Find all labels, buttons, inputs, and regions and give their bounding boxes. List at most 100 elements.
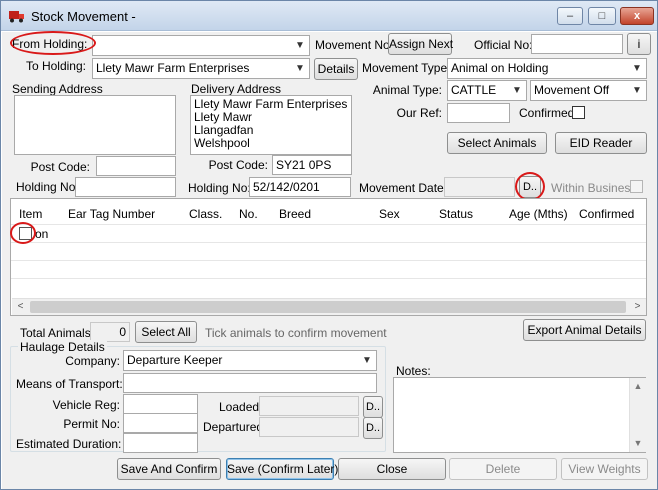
chevron-down-icon: ▼ xyxy=(632,85,642,96)
maximize-button[interactable]: □ xyxy=(588,7,616,25)
column-header-age[interactable]: Age (Mths) xyxy=(509,207,568,221)
haulage-details-label: Haulage Details xyxy=(18,340,107,354)
loaded-input[interactable] xyxy=(259,396,359,416)
departured-date-button[interactable]: D.. xyxy=(363,417,383,439)
row-checkbox[interactable] xyxy=(19,227,32,240)
minimize-button[interactable]: – xyxy=(557,7,583,25)
sending-post-code-label: Post Code: xyxy=(30,160,90,174)
confirmed-label: Confirmed: xyxy=(519,106,578,120)
scroll-left-arrow-icon[interactable]: < xyxy=(12,299,29,315)
within-business-checkbox[interactable] xyxy=(630,180,643,193)
official-no-label: Official No: xyxy=(474,38,533,52)
column-header-no[interactable]: No. xyxy=(239,207,258,221)
stock-movement-window: Stock Movement - – □ x From Holding: ▼ M… xyxy=(0,0,658,490)
column-header-item[interactable]: Item xyxy=(19,207,42,221)
form-body: From Holding: ▼ Movement No: Assign Next… xyxy=(2,31,657,489)
close-window-button[interactable]: x xyxy=(620,7,654,25)
grid-row-line xyxy=(11,278,646,279)
delivery-address-textarea[interactable]: Llety Mawr Farm Enterprises Llety Mawr L… xyxy=(190,95,352,155)
company-dropdown[interactable]: Departure Keeper ▼ xyxy=(123,350,377,371)
loaded-label: Loaded: xyxy=(219,400,263,414)
select-animals-button[interactable]: Select Animals xyxy=(447,132,547,154)
animals-grid[interactable]: Item Ear Tag Number Class. No. Breed Sex… xyxy=(10,198,647,316)
info-button[interactable]: i xyxy=(627,33,651,55)
to-holding-label: To Holding: xyxy=(25,59,86,73)
delivery-holding-no-input[interactable]: 52/142/0201 xyxy=(249,177,351,197)
horizontal-scrollbar[interactable]: < > xyxy=(12,298,646,315)
official-no-input[interactable] xyxy=(531,34,623,54)
company-label: Company: xyxy=(65,354,120,368)
scroll-up-arrow-icon[interactable]: ▲ xyxy=(630,378,646,394)
movement-type-label: Movement Type: xyxy=(362,61,451,75)
animal-type-dropdown[interactable]: CATTLE ▼ xyxy=(447,80,527,101)
chevron-down-icon: ▼ xyxy=(632,63,642,74)
chevron-down-icon: ▼ xyxy=(512,85,522,96)
permit-no-input[interactable] xyxy=(123,413,198,433)
chevron-down-icon: ▼ xyxy=(295,40,305,51)
movement-date-picker-button[interactable]: D.. xyxy=(519,176,541,198)
means-of-transport-input[interactable] xyxy=(123,373,377,393)
our-ref-input[interactable] xyxy=(447,103,510,123)
export-animal-details-button[interactable]: Export Animal Details xyxy=(523,319,646,341)
chevron-down-icon: ▼ xyxy=(362,355,372,366)
column-header-status[interactable]: Status xyxy=(439,207,473,221)
from-holding-dropdown[interactable]: ▼ xyxy=(92,35,310,56)
delivery-address-label: Delivery Address xyxy=(191,82,282,96)
assign-next-button[interactable]: Assign Next xyxy=(388,33,453,55)
estimated-duration-label: Estimated Duration: xyxy=(16,437,122,451)
tick-hint-text: Tick animals to confirm movement xyxy=(205,326,387,340)
loaded-date-button[interactable]: D.. xyxy=(363,396,383,418)
sending-holding-no-input[interactable] xyxy=(75,177,176,197)
departured-input[interactable] xyxy=(259,417,359,437)
column-header-breed[interactable]: Breed xyxy=(279,207,311,221)
means-of-transport-label: Means of Transport: xyxy=(16,377,123,391)
scroll-thumb[interactable] xyxy=(30,301,626,313)
details-button[interactable]: Details xyxy=(314,58,358,80)
sending-address-textarea[interactable] xyxy=(14,95,176,155)
departured-label: Departured: xyxy=(203,420,267,434)
vehicle-reg-label: Vehicle Reg: xyxy=(52,398,120,412)
movement-date-input[interactable] xyxy=(444,177,515,197)
chevron-down-icon: ▼ xyxy=(295,63,305,74)
select-all-button[interactable]: Select All xyxy=(135,321,197,343)
save-confirm-later-button[interactable]: Save (Confirm Later) xyxy=(226,458,338,480)
notes-label: Notes: xyxy=(396,364,431,378)
scroll-right-arrow-icon[interactable]: > xyxy=(629,299,646,315)
sending-address-label: Sending Address xyxy=(12,82,103,96)
estimated-duration-input[interactable] xyxy=(123,433,198,453)
eid-reader-button[interactable]: EID Reader xyxy=(555,132,647,154)
within-business-label: Within Business xyxy=(551,181,637,195)
our-ref-label: Our Ref: xyxy=(396,106,442,120)
movement-date-label: Movement Date: xyxy=(359,181,448,195)
vehicle-reg-input[interactable] xyxy=(123,394,198,414)
grid-row-line xyxy=(11,242,646,243)
delivery-holding-no-label: Holding No: xyxy=(188,181,251,195)
column-header-ear-tag[interactable]: Ear Tag Number xyxy=(68,207,155,221)
truck-icon xyxy=(9,11,24,23)
movement-no-label: Movement No: xyxy=(315,38,394,52)
movement-type-dropdown[interactable]: Animal on Holding ▼ xyxy=(447,58,647,79)
delete-button[interactable]: Delete xyxy=(449,458,557,480)
view-weights-button[interactable]: View Weights xyxy=(561,458,648,480)
table-row[interactable]: on xyxy=(35,227,48,241)
title-bar[interactable]: Stock Movement - – □ x xyxy=(1,1,657,31)
column-header-class[interactable]: Class. xyxy=(189,207,222,221)
delivery-post-code-input[interactable]: SY21 0PS xyxy=(272,155,352,175)
column-header-sex[interactable]: Sex xyxy=(379,207,400,221)
column-header-confirmed[interactable]: Confirmed xyxy=(579,207,634,221)
movement-direction-dropdown[interactable]: Movement Off ▼ xyxy=(530,80,647,101)
grid-header-divider xyxy=(11,224,646,225)
notes-vertical-scrollbar[interactable]: ▲ ▼ xyxy=(629,378,646,452)
sending-post-code-input[interactable] xyxy=(96,156,176,176)
close-button[interactable]: Close xyxy=(338,458,446,480)
animal-type-label: Animal Type: xyxy=(372,83,442,97)
confirmed-checkbox[interactable] xyxy=(572,106,585,119)
scroll-down-arrow-icon[interactable]: ▼ xyxy=(630,435,646,451)
grid-row-line xyxy=(11,260,646,261)
save-and-confirm-button[interactable]: Save And Confirm xyxy=(117,458,221,480)
total-animals-value: 0 xyxy=(90,322,130,342)
to-holding-dropdown[interactable]: Llety Mawr Farm Enterprises ▼ xyxy=(92,58,310,79)
from-holding-label: From Holding: xyxy=(12,37,88,51)
notes-textarea[interactable] xyxy=(393,377,646,453)
total-animals-label: Total Animals: xyxy=(20,326,95,340)
